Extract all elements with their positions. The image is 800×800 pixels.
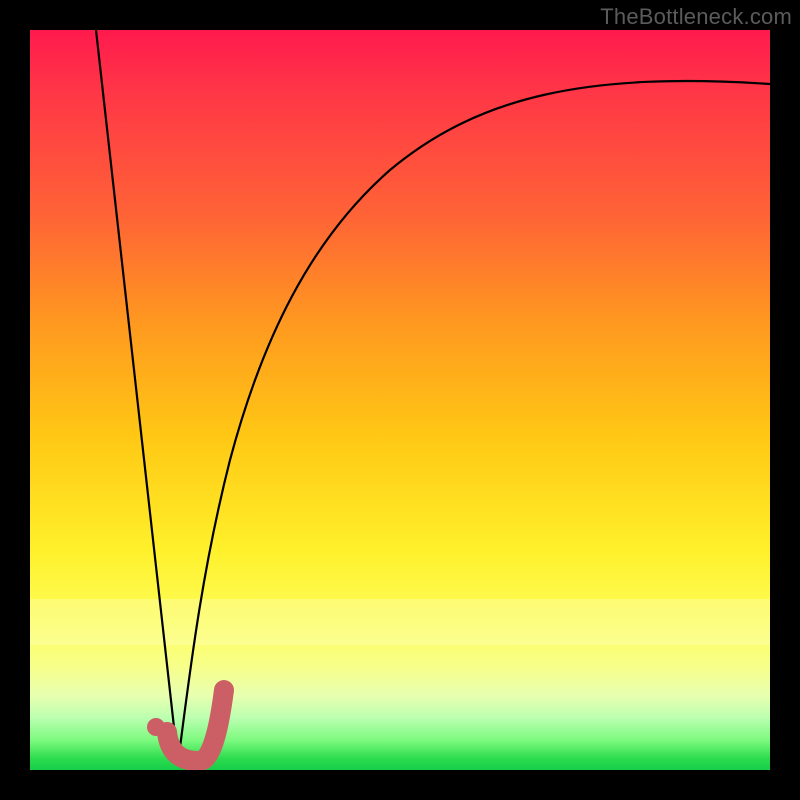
chart-lines-svg xyxy=(30,30,770,770)
bottleneck-left-line xyxy=(96,30,178,763)
plot-area xyxy=(30,30,770,770)
optimal-marker-hook xyxy=(167,690,224,761)
optimal-marker-dot xyxy=(147,718,165,736)
watermark-text: TheBottleneck.com xyxy=(600,4,792,30)
bottleneck-right-curve xyxy=(178,81,770,763)
chart-outer-frame: TheBottleneck.com xyxy=(0,0,800,800)
